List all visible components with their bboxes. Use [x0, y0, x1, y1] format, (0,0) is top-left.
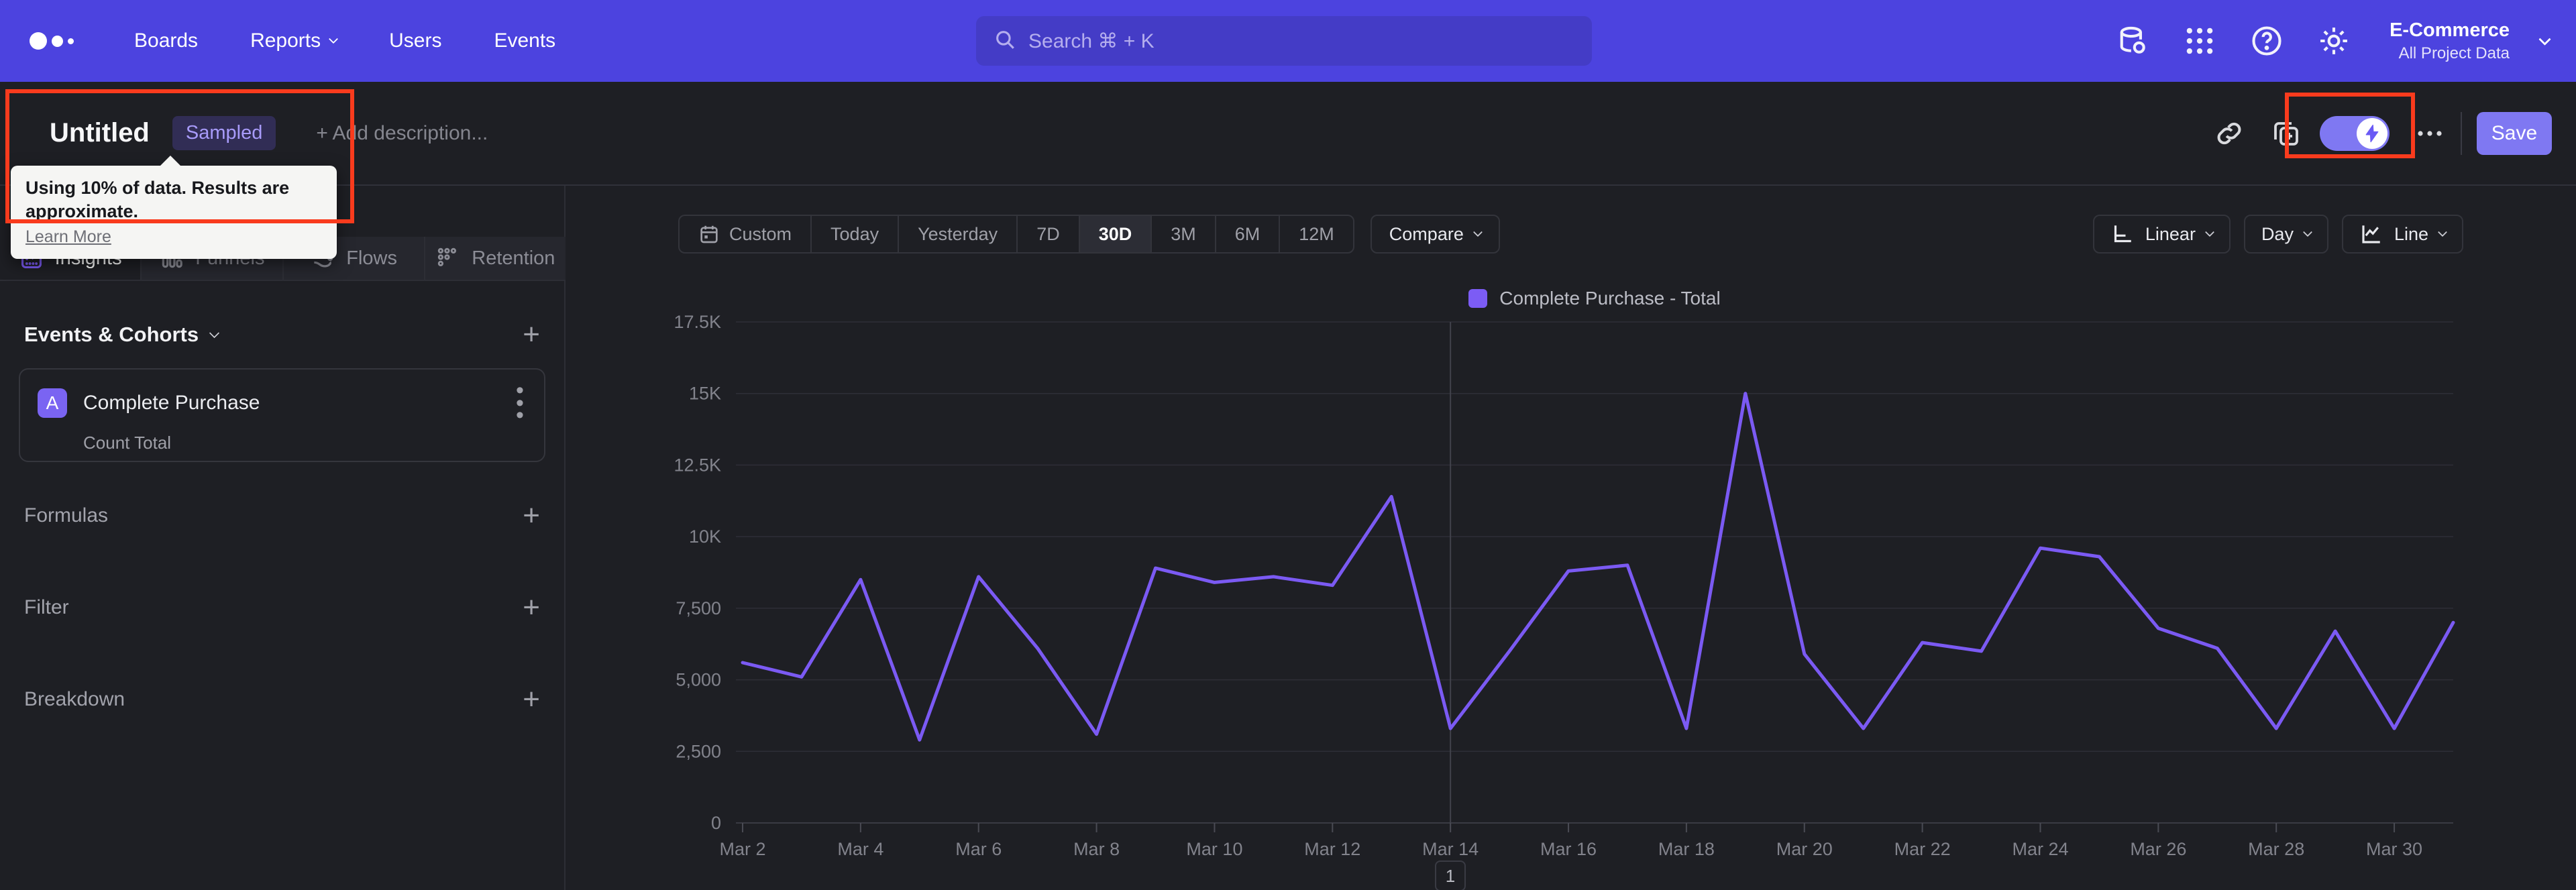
x-axis-tick-label: Mar 6: [955, 839, 1002, 859]
sidebar-section-breakdown: Breakdown +: [24, 685, 540, 714]
x-axis-tick-label: Mar 10: [1186, 839, 1242, 859]
page-number-button[interactable]: 1: [1435, 860, 1466, 890]
x-axis-tick-label: Mar 18: [1658, 839, 1715, 859]
lightning-bolt-icon: [2357, 118, 2387, 149]
nav-item-boards[interactable]: Boards: [134, 30, 198, 52]
add-breakdown-button[interactable]: +: [523, 685, 540, 714]
nav-item-label: Users: [389, 30, 442, 52]
x-axis-tick-label: Mar 26: [2130, 839, 2186, 859]
settings-gear-icon[interactable]: [2316, 23, 2352, 59]
x-axis-tick-label: Mar 8: [1073, 839, 1120, 859]
add-to-board-icon[interactable]: [2270, 82, 2302, 184]
event-letter-badge: A: [38, 388, 67, 419]
add-formulas-button[interactable]: +: [523, 501, 540, 531]
app-root: Boards Reports Users Events Search ⌘ + K E-…: [0, 0, 2576, 890]
project-scope: All Project Data: [2398, 44, 2510, 62]
tooltip-text: Using 10% of data. Results are approxima…: [25, 178, 290, 222]
sampled-badge[interactable]: Sampled: [172, 116, 276, 150]
tab-label: Retention: [472, 247, 555, 269]
chevron-down-icon: [329, 34, 339, 44]
x-axis-tick-label: Mar 28: [2248, 839, 2304, 859]
y-axis-tick-label: 0: [711, 813, 721, 833]
search-icon: [994, 28, 1016, 54]
x-axis-tick-label: Mar 22: [1894, 839, 1951, 859]
y-axis-tick-label: 15K: [689, 384, 721, 404]
x-axis-tick-label: Mar 2: [719, 839, 765, 859]
section-label: Filter: [24, 596, 69, 618]
sidebar-section-formulas: Formulas +: [24, 501, 540, 531]
header-divider: [2461, 112, 2462, 155]
y-axis-tick-label: 10K: [689, 526, 721, 547]
nav-item-label: Events: [494, 30, 556, 52]
x-axis-tick-label: Mar 4: [837, 839, 883, 859]
events-section-title[interactable]: Events & Cohorts: [24, 323, 220, 347]
top-nav: Boards Reports Users Events Search ⌘ + K E-…: [0, 0, 2576, 82]
nav-item-events[interactable]: Events: [494, 30, 555, 52]
data-management-icon[interactable]: [2114, 23, 2151, 59]
sampling-toggle[interactable]: [2320, 116, 2390, 151]
event-card[interactable]: A Complete Purchase • • • Count Total: [19, 368, 545, 462]
nav-item-reports[interactable]: Reports: [250, 30, 339, 52]
x-axis-tick-label: Mar 24: [2012, 839, 2068, 859]
event-name: Complete Purchase: [83, 392, 260, 414]
query-builder-sidebar: InsightsFunnelsFlowsRetention Events & C…: [0, 186, 566, 890]
y-axis-tick-label: 17.5K: [674, 312, 721, 332]
event-kebab-menu-icon[interactable]: • • •: [513, 379, 527, 427]
events-section-header: Events & Cohorts +: [24, 320, 540, 349]
sampling-tooltip: Using 10% of data. Results are approxima…: [11, 155, 337, 260]
x-axis-tick-label: Mar 16: [1540, 839, 1597, 859]
line-chart[interactable]: 0 2,500 5,000 7,500 10K 12.5K 15K 17.5K Mar 2 Mar…: [567, 186, 2576, 890]
chart-panel: Custom Today Yesterday 7D 30D 3M 6M 12M Compare…: [567, 186, 2576, 890]
learn-more-link[interactable]: Learn More: [25, 227, 111, 247]
project-name: E-Commerce: [2390, 19, 2510, 41]
add-filter-button[interactable]: +: [523, 593, 540, 622]
report-header: Untitled Sampled + Add description... Sa…: [0, 82, 2576, 260]
sidebar-section-filter: Filter +: [24, 593, 540, 622]
x-axis-tick-label: Mar 30: [2366, 839, 2422, 859]
nav-items: Boards Reports Users Events: [134, 30, 555, 52]
event-metric[interactable]: Count Total: [83, 433, 527, 453]
search-placeholder: Search ⌘ + K: [1028, 30, 1155, 52]
x-axis-tick-label: Mar 14: [1422, 839, 1479, 859]
x-axis-tick-label: Mar 20: [1776, 839, 1833, 859]
y-axis-tick-label: 12.5K: [674, 455, 721, 475]
mixpanel-logo-icon[interactable]: [30, 32, 74, 50]
retention-icon: [435, 245, 461, 271]
more-options-icon[interactable]: [2414, 82, 2446, 184]
tab-retention[interactable]: Retention: [423, 237, 566, 280]
add-event-button[interactable]: +: [523, 320, 540, 349]
y-axis-tick-label: 2,500: [676, 741, 721, 761]
project-selector[interactable]: E-Commerce All Project Data: [2390, 19, 2510, 63]
help-icon[interactable]: [2249, 23, 2285, 59]
copy-link-icon[interactable]: [2214, 82, 2245, 184]
nav-item-label: Boards: [134, 30, 199, 52]
section-label: Formulas: [24, 504, 109, 526]
report-title[interactable]: Untitled: [50, 118, 150, 148]
series-line-complete-purchase[interactable]: [741, 392, 2455, 742]
apps-grid-icon[interactable]: [2182, 23, 2218, 59]
chevron-down-icon: [2538, 32, 2551, 46]
add-description-button[interactable]: + Add description...: [316, 122, 488, 145]
y-axis-tick-label: 5,000: [676, 670, 721, 690]
save-button[interactable]: Save: [2477, 112, 2552, 155]
chevron-down-icon: [209, 327, 220, 338]
y-axis-tick-label: 7,500: [676, 598, 721, 618]
nav-right-cluster: E-Commerce All Project Data: [2114, 0, 2551, 82]
x-axis-tick-label: Mar 12: [1304, 839, 1360, 859]
nav-item-users[interactable]: Users: [389, 30, 441, 52]
section-label: Breakdown: [24, 688, 125, 710]
tab-label: Flows: [346, 247, 397, 269]
search-input[interactable]: Search ⌘ + K: [976, 16, 1592, 66]
nav-item-label: Reports: [250, 30, 321, 52]
sidebar-sections: Formulas + Filter + Breakdown +: [24, 501, 540, 777]
